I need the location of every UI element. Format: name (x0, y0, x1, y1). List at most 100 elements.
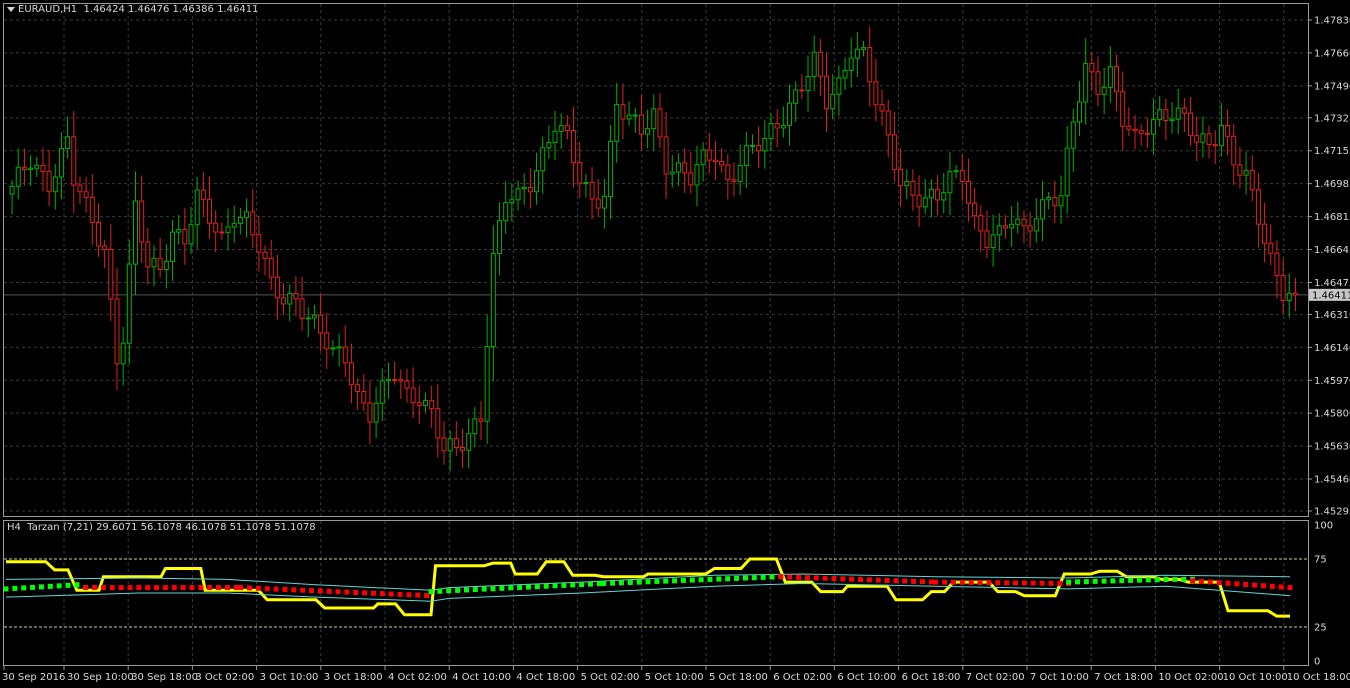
candle-body (250, 211, 256, 236)
candle-body (620, 104, 626, 120)
time-label: 3 Oct 10:00 (260, 672, 319, 683)
tarzan-up-marker (596, 581, 602, 587)
tarzan-up-marker (742, 575, 748, 581)
candle-body (1002, 225, 1008, 229)
candle-body (558, 125, 564, 132)
candle-body (28, 167, 34, 171)
candle-body (891, 134, 897, 170)
dropdown-triangle-icon[interactable] (7, 6, 15, 12)
tarzan-down-marker (109, 585, 115, 591)
candle-body (305, 317, 311, 320)
tarzan-down-marker (831, 576, 837, 582)
candle-body (651, 108, 657, 130)
candle-body (1015, 218, 1021, 225)
indicator-axis-label: 100 (1314, 521, 1333, 532)
tarzan-down-marker (171, 585, 177, 591)
symbol-label: EURAUD,H1 (18, 4, 78, 15)
candle-body (1132, 128, 1138, 132)
price-label: 1.46140 (1314, 343, 1350, 354)
candle-body (1188, 112, 1194, 137)
tarzan-down-marker (233, 585, 239, 591)
tarzan-down-marker (1243, 581, 1249, 587)
tarzan-up-marker (689, 577, 695, 583)
price-label: 1.47660 (1314, 48, 1350, 59)
tarzan-down-marker (813, 575, 819, 581)
candle-body (830, 93, 836, 110)
tarzan-down-marker (424, 593, 430, 599)
candle-body (71, 136, 77, 186)
candle-body (534, 170, 540, 193)
candle-body (546, 142, 552, 149)
tarzan-down-marker (370, 590, 376, 596)
price-label: 1.45970 (1314, 376, 1350, 387)
time-axis[interactable]: 30 Sep 2016 30 Sep 10:0030 Sep 18:003 Oct… (2, 665, 1350, 683)
tarzan-down-marker (264, 586, 270, 592)
candle-body (842, 70, 848, 79)
candle-body (916, 194, 922, 208)
candle-body (632, 114, 638, 117)
candle-body (1286, 292, 1292, 301)
candle-body (231, 222, 237, 228)
ohlc-values: 1.46424 1.46476 1.46386 1.46411 (83, 4, 259, 15)
tarzan-down-marker (180, 585, 186, 591)
candle-body (108, 249, 114, 300)
candle-body (571, 130, 577, 164)
chart-header[interactable]: EURAUD,H1 1.46424 1.46476 1.46386 1.4641… (7, 4, 258, 16)
candle-body (1070, 121, 1076, 149)
tarzan-up-marker (716, 576, 722, 582)
candle-body (928, 188, 934, 199)
candle-body (601, 196, 607, 209)
candle-body (170, 231, 176, 262)
tarzan-down-marker (198, 585, 204, 591)
candle-body (293, 292, 299, 300)
candle-body (1206, 133, 1212, 146)
tarzan-down-marker (1012, 580, 1018, 586)
tarzan-up-marker (734, 575, 740, 581)
candle-body (515, 188, 521, 201)
candle-body (984, 230, 990, 249)
tarzan-down-marker (1198, 578, 1204, 584)
tarzan-up-marker (56, 583, 62, 589)
price-label: 1.45630 (1314, 442, 1350, 453)
candle-body (793, 89, 799, 104)
tarzan-up-marker (1172, 576, 1178, 582)
tarzan-down-marker (379, 591, 385, 597)
tarzan-down-marker (951, 579, 957, 585)
time-label: 5 Oct 10:00 (645, 672, 704, 683)
tarzan-up-marker (47, 583, 53, 589)
candle-body (1114, 66, 1120, 93)
candle-body (638, 114, 644, 135)
tarzan-up-marker (1145, 577, 1151, 583)
candle-body (1033, 218, 1039, 232)
candle-body (490, 253, 496, 348)
tarzan-up-marker (30, 584, 36, 590)
candle-body (15, 166, 21, 187)
tarzan-up-marker (74, 582, 80, 588)
candle-body (40, 164, 46, 172)
price-label: 1.47490 (1314, 81, 1350, 92)
candle-body (262, 251, 268, 259)
time-label: 6 Oct 02:00 (773, 672, 832, 683)
candle-body (404, 380, 410, 389)
price-axis[interactable]: 1.47830 1.47660 1.47490 1.47325 1.47155 1.469… (1308, 16, 1350, 518)
candle-body (281, 297, 287, 305)
candle-body (1046, 197, 1052, 201)
indicator-header: H4 Tarzan (7,21) 29.6071 56.1078 46.1078… (7, 522, 316, 533)
tarzan-down-marker (986, 580, 992, 586)
candle-body (836, 77, 842, 95)
tarzan-down-marker (1260, 583, 1266, 589)
candle-body (392, 379, 398, 382)
candle-body (854, 48, 860, 59)
tarzan-down-marker (1252, 582, 1258, 588)
candle-body (1076, 101, 1082, 123)
tarzan-down-marker (866, 577, 872, 583)
candle-body (163, 260, 169, 271)
indicator-axis-label: 75 (1314, 555, 1327, 566)
time-label: 7 Oct 02:00 (966, 672, 1025, 683)
candle-body (348, 362, 354, 386)
candle-body (472, 418, 478, 435)
candle-body (139, 200, 145, 243)
tarzan-up-marker (645, 579, 651, 585)
tarzan-down-marker (804, 575, 810, 581)
candle-body (1021, 218, 1027, 227)
